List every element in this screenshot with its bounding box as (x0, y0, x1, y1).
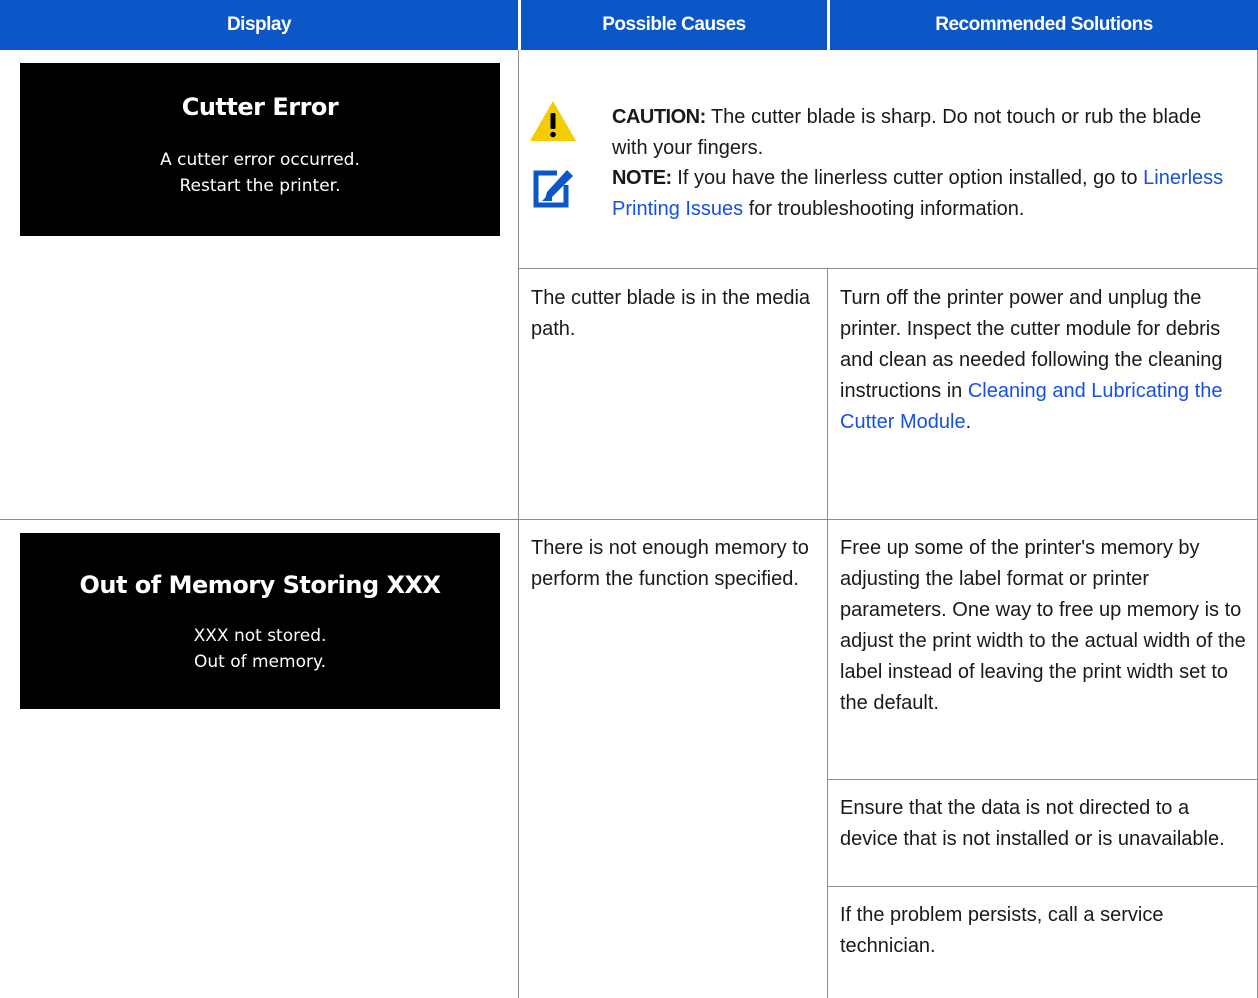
note-icon (533, 170, 573, 208)
display-line-1: A cutter error occurred. (160, 150, 360, 170)
note-text-after: for troubleshooting information. (748, 198, 1025, 220)
possible-cause-cutter: The cutter blade is in the media path. (531, 287, 811, 340)
caution-label: CAUTION: (612, 106, 706, 128)
display-line-2: Restart the printer. (179, 176, 341, 196)
header-display: Display (0, 0, 518, 50)
solution-memory-3: If the problem persists, call a service … (840, 904, 1164, 957)
solution-memory-1: Free up some of the printer's memory by … (840, 537, 1246, 714)
header-possible-causes: Possible Causes (521, 0, 827, 50)
display-title: Cutter Error (181, 93, 339, 121)
row-divider-1 (0, 519, 1258, 520)
display-screen-cutter-error: Cutter Error A cutter error occurred. Re… (20, 63, 500, 236)
note-message: NOTE: If you have the linerless cutter o… (612, 163, 1242, 225)
column-divider-1 (518, 50, 519, 998)
display-title: Out of Memory Storing XXX (79, 571, 441, 599)
row-divider-solution-2 (827, 779, 1258, 780)
row-divider-solution-3 (827, 886, 1258, 887)
column-divider-2 (827, 268, 828, 998)
display-screen-out-of-memory: Out of Memory Storing XXX XXX not stored… (20, 533, 500, 709)
caution-message: CAUTION: The cutter blade is sharp. Do n… (612, 102, 1242, 164)
solution-cutter: Turn off the printer power and unplug th… (840, 283, 1248, 438)
caution-icon (530, 101, 576, 141)
note-label: NOTE: (612, 167, 672, 189)
note-text: If you have the linerless cutter option … (677, 167, 1138, 189)
solution-memory-2: Ensure that the data is not directed to … (840, 797, 1225, 850)
display-line-1: XXX not stored. (193, 626, 327, 646)
possible-cause-memory: There is not enough memory to perform th… (531, 537, 809, 590)
row-divider-note (518, 268, 1258, 269)
solution-cutter-end: . (965, 411, 972, 433)
header-recommended-solutions: Recommended Solutions (830, 0, 1258, 50)
display-line-2: Out of memory. (193, 652, 327, 672)
